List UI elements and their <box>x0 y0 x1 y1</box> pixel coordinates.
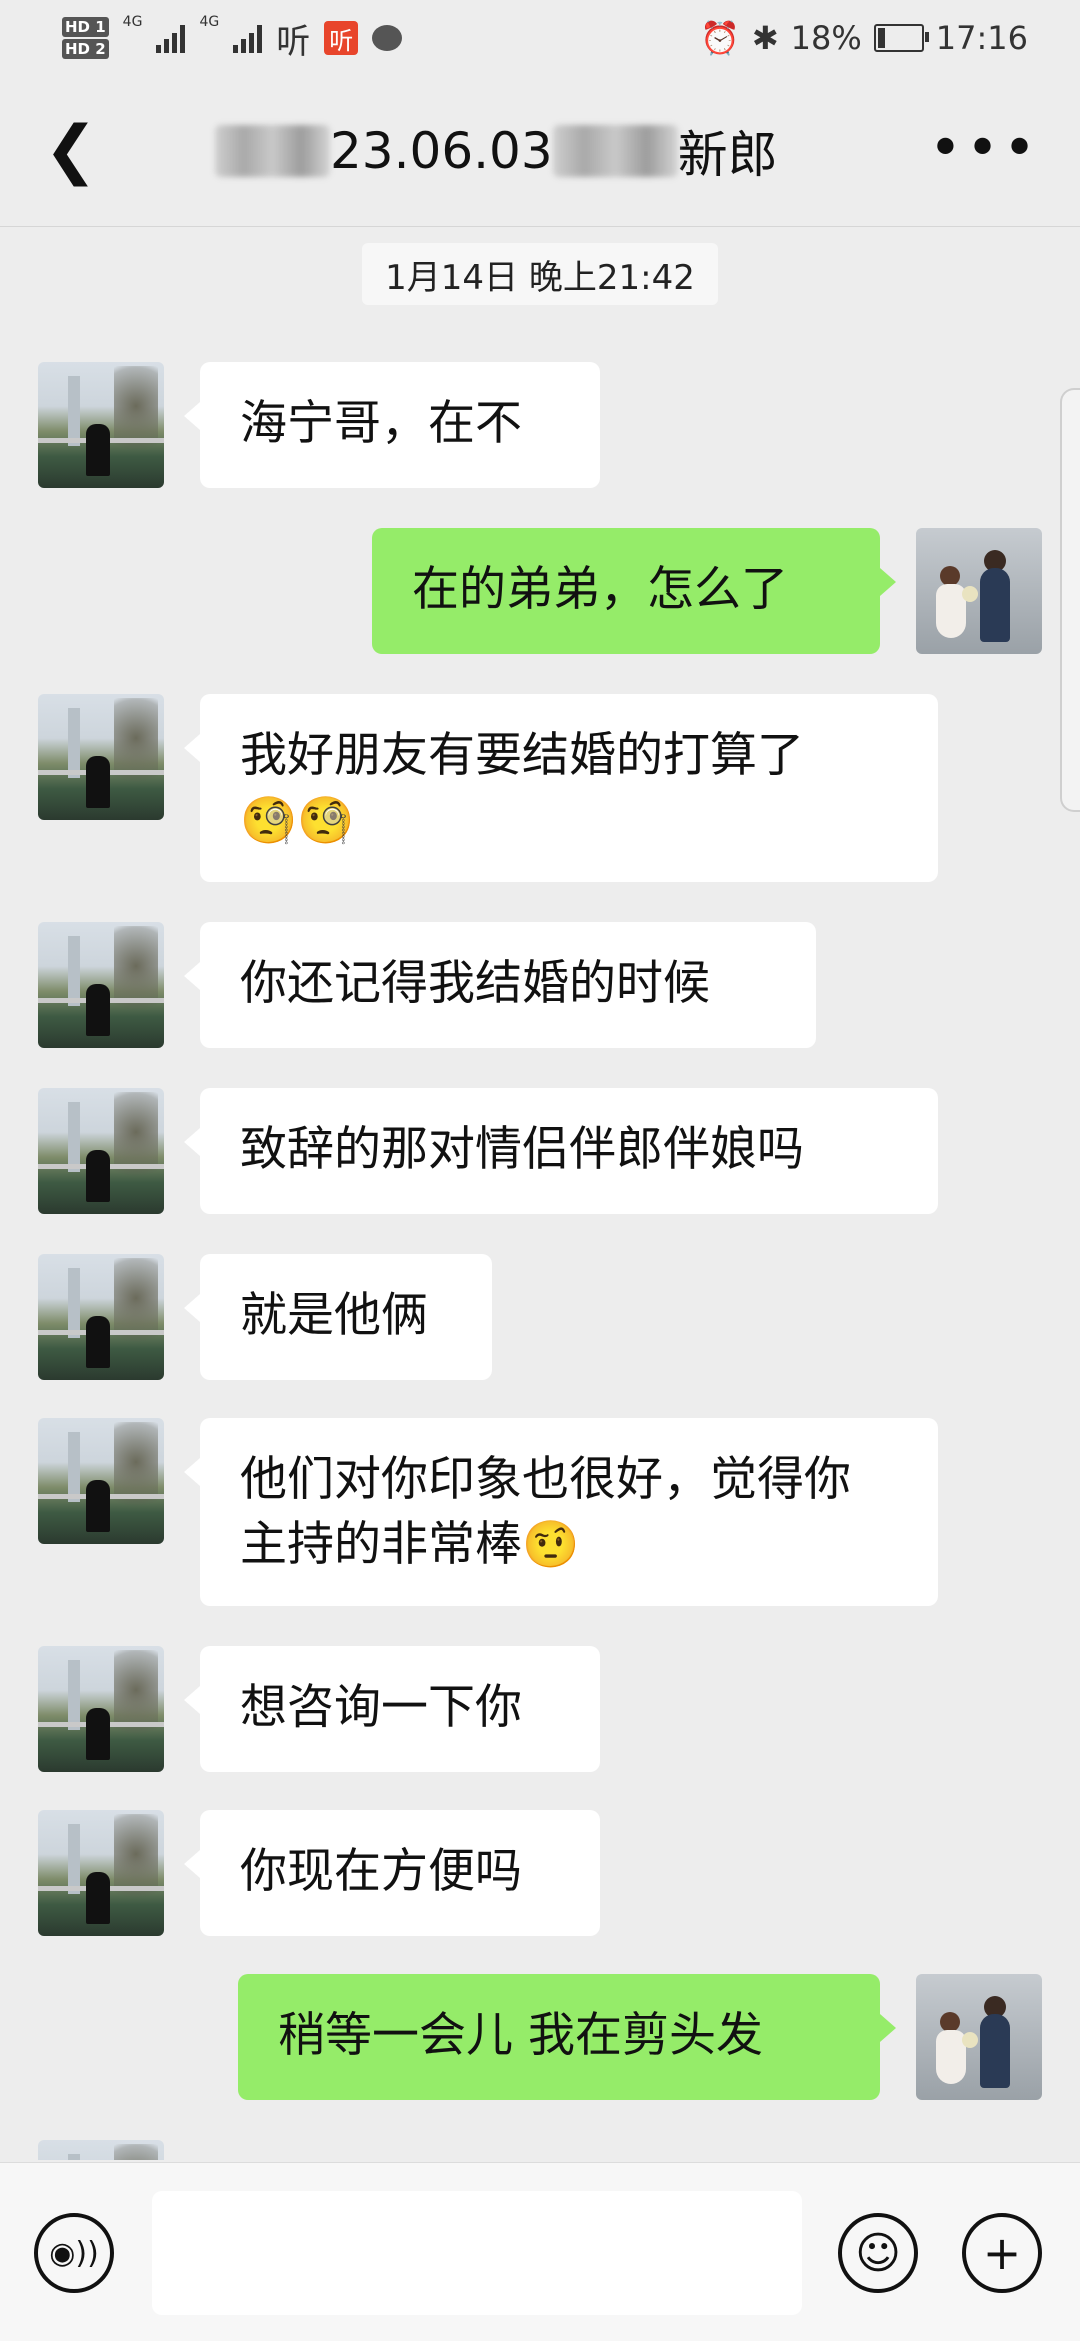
ting-badge-icon: 听 <box>324 21 359 55</box>
voice-icon[interactable]: ◉)) <box>34 2213 114 2293</box>
battery-percent: 18% <box>790 19 862 57</box>
input-bar: ◉)) ☺ + <box>0 2162 1080 2341</box>
hd-indicator: HD 1 HD 2 <box>62 16 109 60</box>
chat-header: ❮ 23.06.03 新郎 ••• <box>0 76 1080 227</box>
message-text: 想咨询一下你 <box>240 1680 522 1735</box>
more-icon[interactable]: ••• <box>929 116 1040 181</box>
message-input[interactable] <box>152 2191 802 2315</box>
contact-avatar-partial <box>38 2140 164 2160</box>
status-right: ⏰ ✱ 18% 17:16 <box>700 14 1028 62</box>
message-text: 你现在方便吗 <box>240 1844 522 1899</box>
message-text: 稍等一会儿 我在剪头发 <box>278 2008 763 2063</box>
chat-bubble-icon <box>372 25 403 51</box>
signal-icon-2 <box>233 23 263 53</box>
message-emoji: 🧐🧐 <box>240 793 355 847</box>
message-text: 我好朋友有要结婚的打算了 <box>240 728 804 783</box>
ting-app-icon: 听 <box>276 21 311 62</box>
contact-avatar[interactable] <box>38 1088 164 1214</box>
contact-avatar[interactable] <box>38 922 164 1048</box>
contact-avatar <box>38 2140 164 2160</box>
title-visible: 23.06.03 <box>330 122 553 180</box>
blurred-title-part-2 <box>552 125 678 177</box>
message-text: 致辞的那对情侣伴郎伴娘吗 <box>240 1122 804 1177</box>
message-timestamp: 1月14日 晚上21:42 <box>362 243 718 305</box>
message-bubble[interactable]: 我好朋友有要结婚的打算了 🧐🧐 <box>184 694 938 882</box>
message-bubble[interactable]: 你现在方便吗 <box>184 1810 600 1936</box>
message-bubble[interactable]: 海宁哥，在不 <box>184 362 600 488</box>
contact-avatar[interactable] <box>38 1810 164 1936</box>
message-text: 你还记得我结婚的时候 <box>240 956 710 1011</box>
scroll-indicator[interactable] <box>1060 388 1080 812</box>
title-suffix: 新郎 <box>677 126 778 184</box>
message-emoji: 🤨 <box>522 1517 580 1571</box>
message-bubble[interactable]: 他们对你印象也很好，觉得你主持的非常棒🤨 <box>184 1418 938 1606</box>
message-bubble[interactable]: 在的弟弟，怎么了 <box>372 528 896 654</box>
bluetooth-icon: ✱ <box>751 19 779 57</box>
message-bubble[interactable]: 你还记得我结婚的时候 <box>184 922 816 1048</box>
network-type-2: 4G <box>199 14 220 30</box>
contact-avatar[interactable] <box>38 1418 164 1544</box>
battery-fill <box>877 28 886 48</box>
hd1-badge: HD 1 <box>62 17 109 37</box>
message-text: 就是他俩 <box>240 1288 428 1343</box>
contact-avatar[interactable] <box>38 1254 164 1380</box>
contact-avatar[interactable] <box>38 1646 164 1772</box>
contact-avatar[interactable] <box>38 362 164 488</box>
my-avatar[interactable] <box>916 528 1042 654</box>
hd2-badge: HD 2 <box>62 39 109 59</box>
emoji-icon[interactable]: ☺ <box>838 2213 918 2293</box>
message-bubble[interactable]: 稍等一会儿 我在剪头发 <box>238 1974 896 2100</box>
chat-title: 23.06.03 新郎 <box>215 116 865 186</box>
message-text: 在的弟弟，怎么了 <box>412 562 788 617</box>
status-bar: HD 1 HD 2 4G 4G 听 听 ⏰ ✱ 18% 17:16 <box>0 0 1080 76</box>
message-bubble[interactable]: 致辞的那对情侣伴郎伴娘吗 <box>184 1088 938 1214</box>
message-bubble[interactable]: 想咨询一下你 <box>184 1646 600 1772</box>
alarm-icon: ⏰ <box>700 19 740 57</box>
message-text: 海宁哥，在不 <box>240 396 522 451</box>
message-bubble[interactable]: 就是他俩 <box>184 1254 492 1380</box>
my-avatar[interactable] <box>916 1974 1042 2100</box>
contact-avatar[interactable] <box>38 694 164 820</box>
blurred-title-part <box>215 125 330 177</box>
network-type-1: 4G <box>122 14 143 30</box>
signal-icon <box>156 23 186 53</box>
clock: 17:16 <box>935 19 1028 57</box>
plus-icon[interactable]: + <box>962 2213 1042 2293</box>
status-left: HD 1 HD 2 4G 4G 听 听 <box>62 8 403 68</box>
back-icon[interactable]: ❮ <box>44 118 98 182</box>
battery-icon <box>873 24 929 52</box>
